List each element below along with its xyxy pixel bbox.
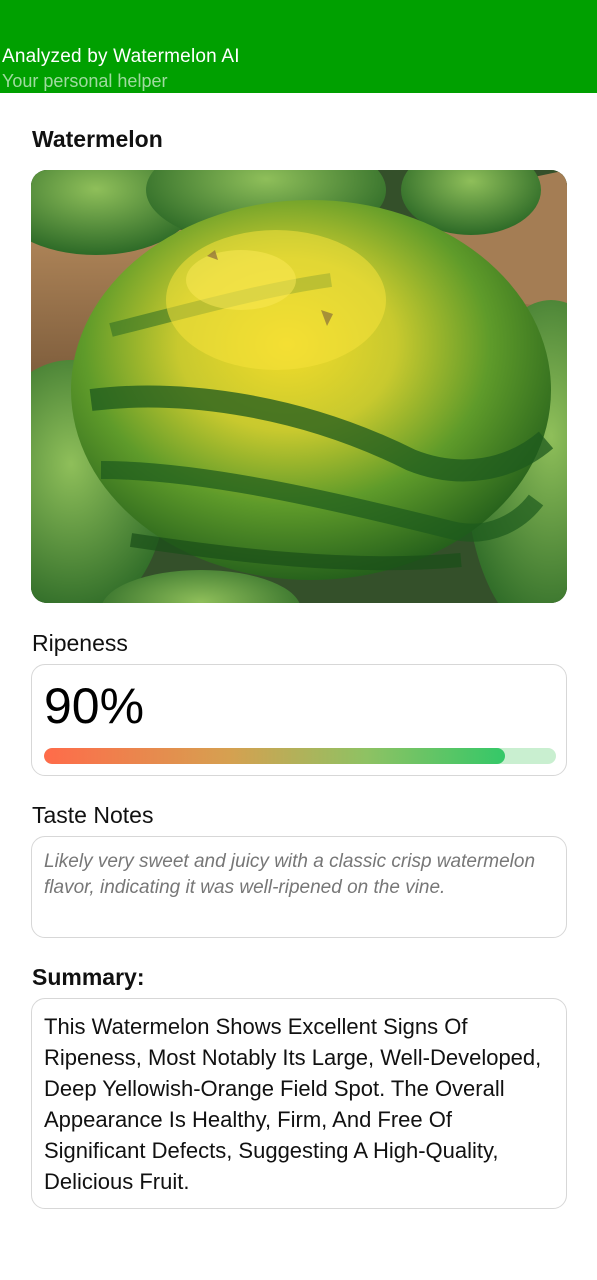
ripeness-value: 90%: [44, 678, 145, 734]
ripeness-progress-bar: [44, 748, 556, 764]
ripeness-label: Ripeness: [32, 630, 128, 656]
taste-notes-label: Taste Notes: [32, 802, 154, 828]
header-title: Analyzed by Watermelon AI: [2, 46, 240, 67]
summary-label: Summary:: [32, 964, 145, 990]
header-subtitle: Your personal helper: [2, 71, 168, 91]
page-title: Watermelon: [32, 126, 163, 152]
ripeness-card: 90%: [31, 664, 567, 776]
summary-text: This Watermelon Shows Excellent Signs Of…: [44, 1014, 542, 1194]
taste-notes-card: Likely very sweet and juicy with a class…: [31, 836, 567, 938]
fruit-photo: [31, 170, 567, 603]
app-header: Analyzed by Watermelon AI Your personal …: [0, 0, 597, 93]
ripeness-progress-fill: [44, 748, 505, 764]
summary-card: This Watermelon Shows Excellent Signs Of…: [31, 998, 567, 1209]
taste-notes-text: Likely very sweet and juicy with a class…: [44, 851, 536, 898]
